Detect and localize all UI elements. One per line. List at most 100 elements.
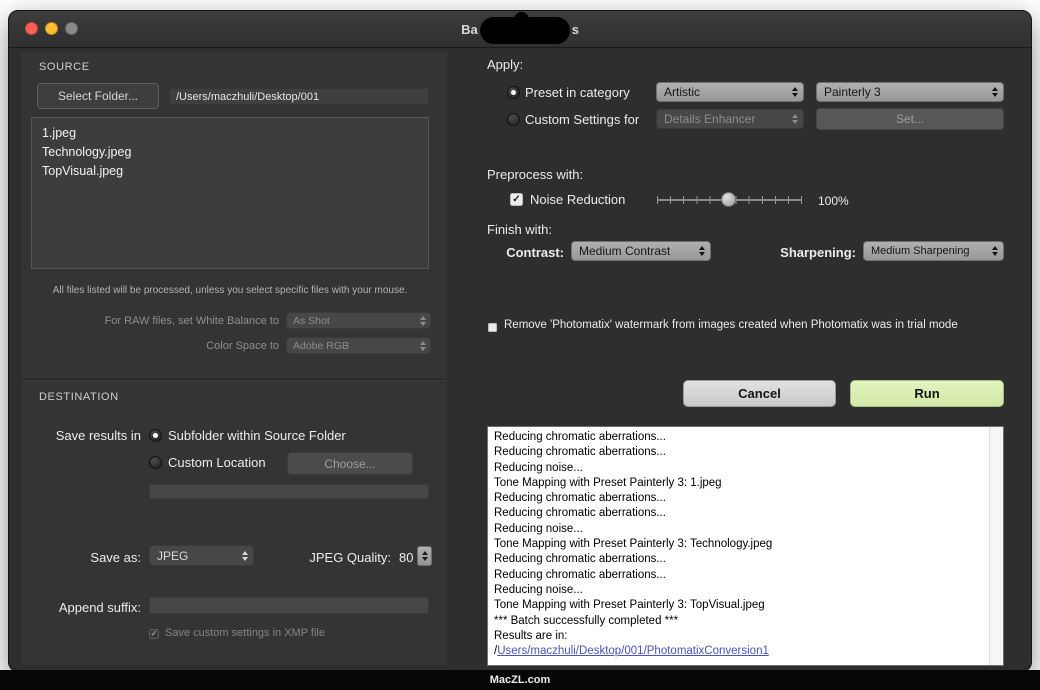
file-selection-note: All files listed will be processed, unle… — [31, 285, 429, 296]
run-button[interactable]: Run — [850, 380, 1004, 407]
dropdown-arrows-icon — [699, 246, 705, 256]
destination-section-label: DESTINATION — [39, 391, 119, 403]
stepper-up-icon — [422, 551, 428, 555]
save-as-select[interactable]: JPEG — [149, 545, 254, 566]
dropdown-arrows-icon — [242, 551, 248, 561]
select-folder-button[interactable]: Select Folder... — [37, 83, 159, 109]
log-line: *** Batch successfully completed *** — [494, 614, 985, 629]
finish-section-label: Finish with: — [487, 222, 552, 237]
log-line: Tone Mapping with Preset Painterly 3: 1.… — [494, 476, 985, 491]
run-button-label: Run — [914, 386, 939, 401]
apply-section-label: Apply: — [487, 57, 523, 72]
footer-bar: MacZL.com — [0, 670, 1040, 690]
append-suffix-label: Append suffix: — [39, 600, 141, 615]
title-redaction-blob-bump — [514, 12, 529, 27]
xmp-checkbox[interactable] — [149, 629, 159, 639]
subfolder-radio-label: Subfolder within Source Folder — [168, 428, 346, 443]
custom-location-radio[interactable] — [149, 456, 162, 469]
dropdown-arrows-icon — [992, 246, 998, 256]
sharpening-select[interactable]: Medium Sharpening — [863, 241, 1004, 261]
file-list-item[interactable]: TopVisual.jpeg — [42, 162, 418, 181]
method-select[interactable]: Details Enhancer — [656, 109, 804, 129]
white-balance-select[interactable]: As Shot — [286, 312, 431, 329]
preprocess-section-label: Preprocess with: — [487, 167, 583, 182]
custom-settings-radio[interactable] — [507, 113, 520, 126]
save-as-value: JPEG — [157, 549, 188, 563]
jpeg-quality-stepper[interactable] — [417, 546, 432, 566]
log-line: Reducing noise... — [494, 522, 985, 537]
preset-value: Painterly 3 — [824, 85, 881, 99]
title-bar: Ba s — [9, 11, 1031, 48]
subfolder-radio[interactable] — [149, 429, 162, 442]
log-line: Reducing chromatic aberrations... — [494, 552, 985, 567]
choose-location-button[interactable]: Choose... — [287, 452, 413, 475]
xmp-checkbox-label: Save custom settings in XMP file — [165, 627, 325, 639]
log-line: Results are in: — [494, 629, 985, 644]
white-balance-label: For RAW files, set White Balance to — [64, 315, 279, 327]
category-value: Artistic — [664, 85, 700, 99]
dropdown-arrows-icon — [420, 341, 426, 351]
color-space-value: Adobe RGB — [293, 340, 349, 352]
jpeg-quality-value: 80 — [399, 550, 413, 565]
choose-location-button-label: Choose... — [324, 457, 375, 471]
source-file-list[interactable]: 1.jpeg Technology.jpeg TopVisual.jpeg — [31, 117, 429, 269]
log-line: Reducing chromatic aberrations... — [494, 506, 985, 521]
footer-brand-text: MacZL.com — [490, 674, 551, 686]
log-results-line: /Users/maczhuli/Desktop/001/PhotomatixCo… — [494, 644, 985, 659]
noise-reduction-slider-thumb[interactable] — [721, 192, 736, 207]
color-space-select[interactable]: Adobe RGB — [286, 337, 431, 354]
dropdown-arrows-icon — [992, 87, 998, 97]
file-list-item[interactable]: 1.jpeg — [42, 124, 418, 143]
noise-reduction-checkbox[interactable] — [510, 193, 523, 206]
remove-watermark-checkbox[interactable] — [488, 323, 497, 332]
preset-in-category-label: Preset in category — [525, 85, 630, 100]
sharpening-label: Sharpening: — [709, 245, 856, 260]
window-title-prefix: Ba — [461, 22, 478, 37]
log-line: Reducing noise... — [494, 461, 985, 476]
noise-reduction-label: Noise Reduction — [530, 192, 625, 207]
contrast-value: Medium Contrast — [579, 244, 670, 258]
dropdown-arrows-icon — [420, 316, 426, 326]
color-space-label: Color Space to — [64, 340, 279, 352]
save-as-label: Save as: — [49, 550, 141, 565]
batch-log-output[interactable]: Reducing chromatic aberrations... Reduci… — [487, 426, 1004, 666]
log-line: Reducing chromatic aberrations... — [494, 491, 985, 506]
method-value: Details Enhancer — [664, 112, 755, 126]
log-line: Reducing chromatic aberrations... — [494, 445, 985, 460]
log-scrollbar-track[interactable] — [989, 427, 1003, 665]
dropdown-arrows-icon — [792, 87, 798, 97]
preset-in-category-radio[interactable] — [507, 86, 520, 99]
category-select[interactable]: Artistic — [656, 82, 804, 102]
noise-reduction-slider[interactable] — [657, 191, 802, 209]
dropdown-arrows-icon — [792, 114, 798, 124]
source-folder-path-field[interactable]: /Users/maczhuli/Desktop/001 — [169, 88, 429, 105]
cancel-button[interactable]: Cancel — [683, 380, 836, 407]
remove-watermark-label: Remove 'Photomatix' watermark from image… — [504, 319, 958, 331]
log-line: Reducing noise... — [494, 583, 985, 598]
white-balance-value: As Shot — [293, 315, 330, 327]
custom-location-path-field[interactable] — [149, 484, 429, 499]
window-title-suffix: s — [572, 22, 579, 37]
noise-reduction-value: 100% — [818, 194, 849, 208]
sharpening-value: Medium Sharpening — [871, 245, 969, 257]
save-results-label: Save results in — [29, 428, 141, 443]
preset-select[interactable]: Painterly 3 — [816, 82, 1004, 102]
jpeg-quality-label: JPEG Quality: — [281, 550, 391, 565]
log-line: Reducing chromatic aberrations... — [494, 568, 985, 583]
results-folder-link[interactable]: Users/maczhuli/Desktop/001/PhotomatixCon… — [497, 645, 769, 657]
custom-location-radio-label: Custom Location — [168, 455, 266, 470]
stepper-down-icon — [422, 557, 428, 561]
batch-processing-window: Ba s SOURCE Select Folder... /Users/macz… — [8, 10, 1032, 672]
file-list-item[interactable]: Technology.jpeg — [42, 143, 418, 162]
log-line: Tone Mapping with Preset Painterly 3: Te… — [494, 537, 985, 552]
set-button[interactable]: Set... — [816, 108, 1004, 130]
source-section-label: SOURCE — [39, 61, 90, 73]
contrast-label: Contrast: — [489, 245, 564, 260]
contrast-select[interactable]: Medium Contrast — [571, 241, 711, 261]
custom-settings-label: Custom Settings for — [525, 112, 639, 127]
section-divider — [21, 379, 447, 380]
cancel-button-label: Cancel — [738, 386, 781, 401]
log-line: Reducing chromatic aberrations... — [494, 430, 985, 445]
select-folder-button-label: Select Folder... — [58, 89, 138, 103]
append-suffix-field[interactable] — [149, 597, 429, 614]
